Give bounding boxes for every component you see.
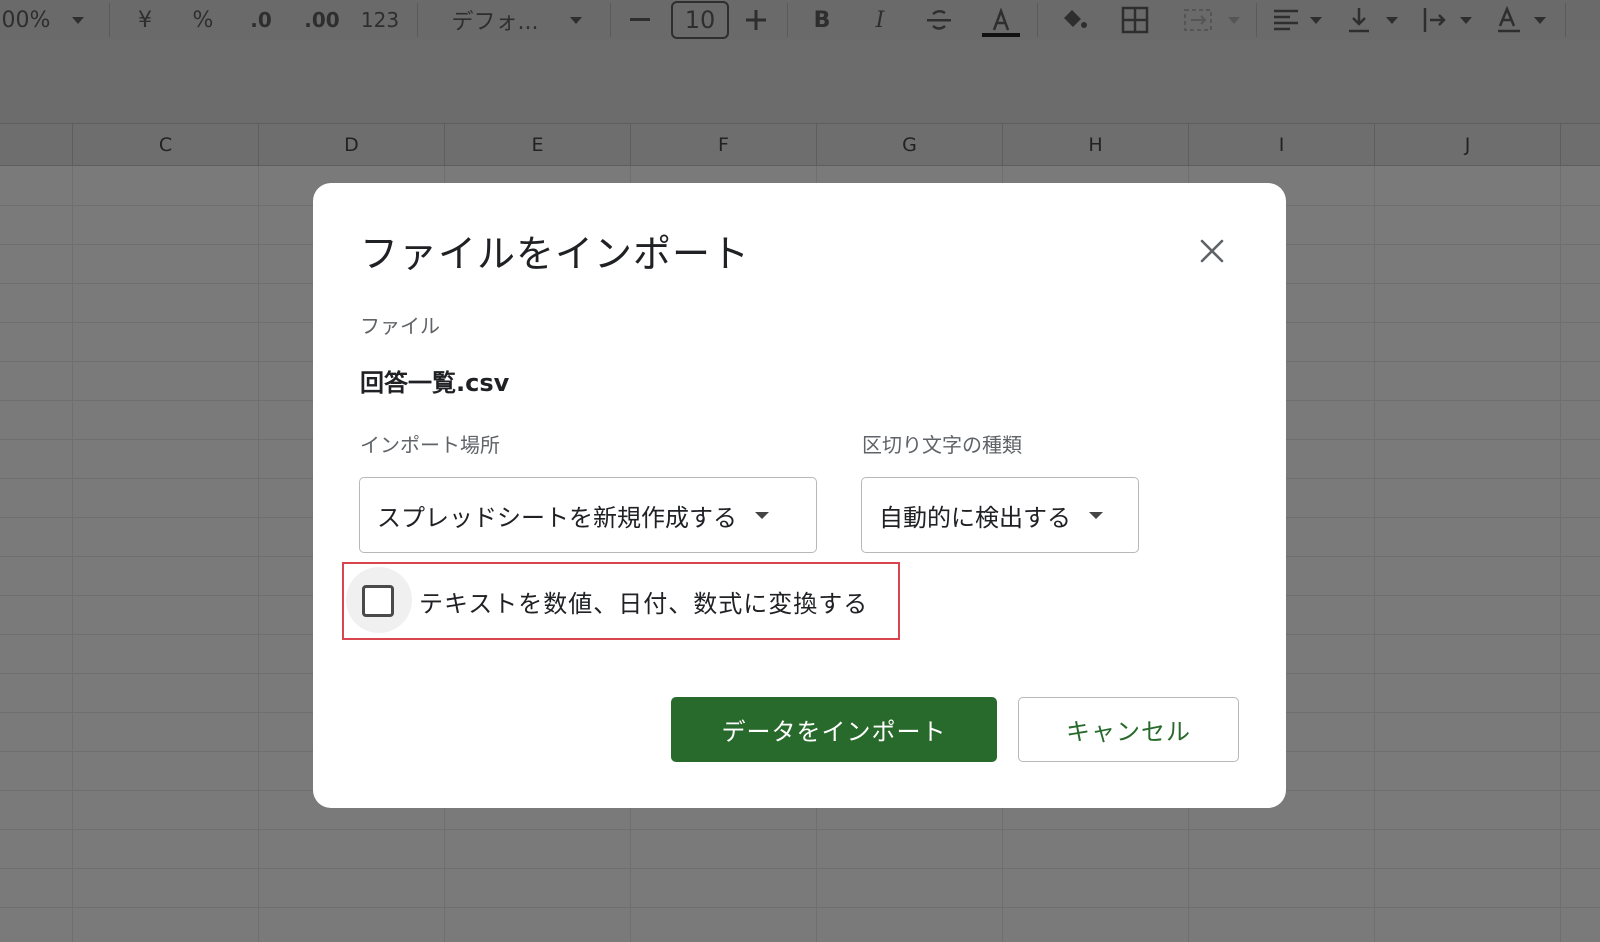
column-gridline xyxy=(72,166,73,942)
align-bottom-icon xyxy=(1349,8,1369,33)
column-header-edge xyxy=(1560,124,1600,166)
column-header-d[interactable]: D xyxy=(258,124,444,166)
separator-type-label: 区切り文字の種類 xyxy=(862,433,1022,457)
close-button[interactable] xyxy=(1194,233,1230,269)
align-left-icon xyxy=(1274,9,1298,31)
import-file-dialog: ファイルをインポート ファイル 回答一覧.csv インポート場所 区切り文字の種… xyxy=(313,183,1286,808)
cancel-button[interactable]: キャンセル xyxy=(1018,697,1239,762)
align-dropdown-icon[interactable] xyxy=(1308,0,1324,40)
text-rotation-button[interactable] xyxy=(1494,0,1524,40)
text-color-button[interactable] xyxy=(980,0,1022,40)
plus-icon xyxy=(746,10,766,30)
rotation-dropdown-icon[interactable] xyxy=(1532,0,1548,40)
toolbar-divider xyxy=(1037,3,1038,37)
toolbar-divider xyxy=(1565,3,1566,37)
font-size-input[interactable]: 10 xyxy=(669,0,731,40)
column-header-row: C D E F G H I J xyxy=(0,123,1600,166)
merge-cells-button[interactable] xyxy=(1180,0,1216,40)
import-location-label: インポート場所 xyxy=(360,433,500,457)
merge-dropdown-icon[interactable] xyxy=(1226,0,1242,40)
toolbar-divider xyxy=(109,3,110,37)
column-gridline xyxy=(1560,166,1561,942)
chevron-down-icon xyxy=(755,511,769,519)
toolbar-divider xyxy=(787,3,788,37)
row-gridline xyxy=(0,907,1600,908)
column-header-h[interactable]: H xyxy=(1002,124,1188,166)
zoom-dropdown-icon[interactable] xyxy=(68,0,88,40)
strikethrough-icon xyxy=(927,10,951,30)
toolbar: 00% ¥ % .0 .00 123 デフォ... 10 B I xyxy=(0,0,1600,40)
text-color-icon xyxy=(992,8,1010,31)
italic-icon: I xyxy=(875,7,885,33)
toolbar-divider xyxy=(610,3,611,37)
text-wrapping-button[interactable] xyxy=(1420,0,1450,40)
column-header-g[interactable]: G xyxy=(816,124,1002,166)
paint-bucket-icon xyxy=(1064,10,1087,28)
strikethrough-button[interactable] xyxy=(923,0,955,40)
fill-color-button[interactable] xyxy=(1056,0,1092,40)
font-size-value: 10 xyxy=(684,6,716,34)
separator-type-value: 自動的に検出する xyxy=(879,503,1071,532)
chevron-down-icon xyxy=(1089,511,1103,519)
zoom-value: 00% xyxy=(1,7,51,33)
minus-icon xyxy=(630,18,650,21)
horizontal-align-button[interactable] xyxy=(1270,0,1302,40)
bold-icon: B xyxy=(813,7,831,33)
increase-decimal-button[interactable]: .00 xyxy=(300,0,344,40)
increase-font-size-button[interactable] xyxy=(742,0,770,40)
column-header-c[interactable]: C xyxy=(72,124,258,166)
increase-decimal-label: .00 xyxy=(304,8,340,32)
bold-button[interactable]: B xyxy=(808,0,836,40)
more-formats-button[interactable]: 123 xyxy=(360,0,400,40)
column-header-f[interactable]: F xyxy=(630,124,816,166)
zoom-select[interactable]: 00% xyxy=(0,0,52,40)
number-format-label: 123 xyxy=(360,8,400,32)
import-data-button[interactable]: データをインポート xyxy=(671,697,997,762)
formula-bar-area xyxy=(0,40,1600,123)
row-gridline xyxy=(0,829,1600,830)
borders-icon xyxy=(1121,6,1149,34)
convert-text-checkbox[interactable] xyxy=(362,585,394,617)
wrap-dropdown-icon[interactable] xyxy=(1458,0,1474,40)
decrease-font-size-button[interactable] xyxy=(626,0,654,40)
separator-type-select[interactable]: 自動的に検出する xyxy=(861,477,1139,553)
font-family-select[interactable]: デフォ... xyxy=(440,0,550,40)
italic-button[interactable]: I xyxy=(866,0,894,40)
text-wrap-icon xyxy=(1423,8,1446,32)
decrease-decimal-label: .0 xyxy=(250,8,272,32)
currency-label: ¥ xyxy=(138,7,152,33)
dialog-title: ファイルをインポート xyxy=(360,232,751,276)
vertical-align-button[interactable] xyxy=(1344,0,1374,40)
decrease-decimal-button[interactable]: .0 xyxy=(243,0,279,40)
borders-button[interactable] xyxy=(1118,0,1152,40)
valign-dropdown-icon[interactable] xyxy=(1384,0,1400,40)
toolbar-divider xyxy=(1256,3,1257,37)
column-header-i[interactable]: I xyxy=(1188,124,1374,166)
font-family-dropdown-icon[interactable] xyxy=(566,0,586,40)
import-location-select[interactable]: スプレッドシートを新規作成する xyxy=(359,477,817,553)
percent-label: % xyxy=(192,7,214,33)
toolbar-divider xyxy=(417,3,418,37)
column-header-j[interactable]: J xyxy=(1374,124,1560,166)
file-label: ファイル xyxy=(360,314,440,338)
currency-format-button[interactable]: ¥ xyxy=(130,0,160,40)
text-rotation-icon xyxy=(1498,6,1520,33)
import-location-value: スプレッドシートを新規作成する xyxy=(377,503,737,532)
font-family-value: デフォ... xyxy=(451,10,539,35)
convert-text-label[interactable]: テキストを数値、日付、数式に変換する xyxy=(419,584,868,619)
row-gridline xyxy=(0,868,1600,869)
merge-cells-icon xyxy=(1184,9,1212,31)
column-header-e[interactable]: E xyxy=(444,124,630,166)
file-name: 回答一覧.csv xyxy=(360,369,510,397)
percent-format-button[interactable]: % xyxy=(188,0,218,40)
close-icon xyxy=(1200,239,1224,263)
column-gridline xyxy=(258,166,259,942)
column-gridline xyxy=(1374,166,1375,942)
